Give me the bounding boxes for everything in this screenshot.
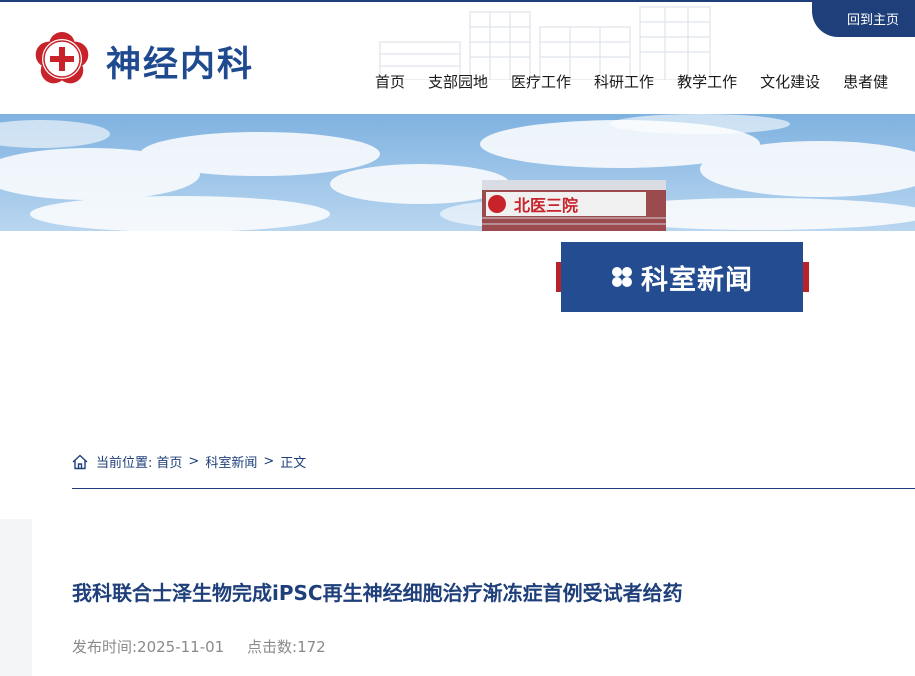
home-icon <box>72 454 88 469</box>
main-nav: 首页 支部园地 医疗工作 科研工作 教学工作 文化建设 患者健 <box>375 71 911 92</box>
nav-item-patient[interactable]: 患者健 <box>843 71 888 92</box>
site-header: 神经内科 回到主页 首页 支部园地 医疗工作 科研工作 教学工作 文化建设 患者… <box>0 0 915 114</box>
nav-item-research[interactable]: 科研工作 <box>594 71 654 92</box>
building-sign-text: 北医三院 <box>514 196 578 215</box>
building-sketch-decoration <box>379 6 711 80</box>
section-title: 科室新闻 <box>641 264 753 296</box>
breadcrumb-divider <box>72 488 915 489</box>
publish-date: 发布时间:2025-11-01 <box>72 638 225 656</box>
nav-item-party-branch[interactable]: 支部园地 <box>428 71 488 92</box>
nav-item-home[interactable]: 首页 <box>375 71 405 92</box>
breadcrumb-current: 正文 <box>280 456 307 471</box>
section-title-box: 科室新闻 <box>561 242 803 312</box>
article-card: 我科联合士泽生物完成iPSC再生神经细胞治疗渐冻症首例受试者给药 发布时间:20… <box>32 519 915 676</box>
article-meta: 发布时间:2025-11-01 点击数:172 <box>72 636 344 657</box>
nav-item-culture[interactable]: 文化建设 <box>760 71 820 92</box>
hospital-emblem-icon[interactable] <box>31 28 93 90</box>
click-count: 点击数:172 <box>247 638 326 656</box>
breadcrumb-separator: > <box>263 454 275 469</box>
breadcrumb-home-link[interactable]: 首页 <box>156 452 182 471</box>
breadcrumb-separator: > <box>188 454 200 469</box>
clover-icon <box>612 267 632 287</box>
breadcrumb-prefix: 当前位置: <box>96 456 153 471</box>
back-to-home-button[interactable]: 回到主页 <box>812 0 915 37</box>
site-title: 神经内科 <box>106 44 255 85</box>
hero-banner-image: 北医三院 <box>0 114 915 231</box>
breadcrumb-news-link[interactable]: 科室新闻 <box>205 452 257 471</box>
breadcrumb: 当前位置: 首页 > 科室新闻 > 正文 <box>72 452 306 471</box>
nav-item-teaching[interactable]: 教学工作 <box>677 71 737 92</box>
nav-item-medical[interactable]: 医疗工作 <box>511 71 571 92</box>
article-title: 我科联合士泽生物完成iPSC再生神经细胞治疗渐冻症首例受试者给药 <box>72 581 683 605</box>
